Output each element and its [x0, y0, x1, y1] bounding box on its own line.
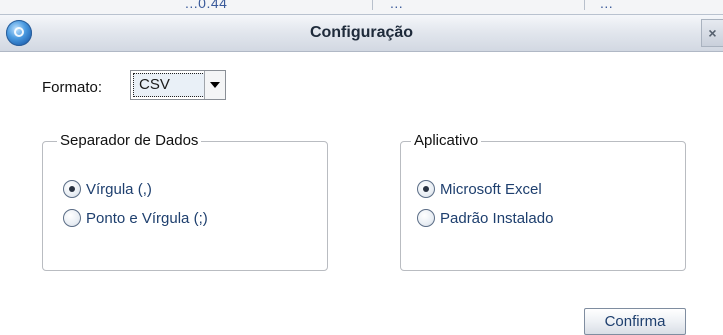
radio-label[interactable]: Padrão Instalado — [440, 210, 553, 227]
radio-button[interactable] — [63, 180, 81, 198]
separator-group: Separador de Dados Vírgula (,) Ponto e V… — [42, 132, 328, 271]
background-text-2: ... — [390, 0, 404, 11]
background-separator — [584, 0, 585, 10]
background-text-3: ... — [600, 0, 614, 11]
format-select[interactable]: CSV — [130, 70, 226, 100]
format-selected-value[interactable]: CSV — [133, 73, 205, 97]
dialog-titlebar[interactable]: Configuração × — [0, 14, 723, 52]
dialog-title: Configuração — [309, 24, 414, 41]
radio-label[interactable]: Ponto e Vírgula (;) — [86, 210, 208, 227]
radio-button[interactable] — [417, 209, 435, 227]
confirm-button[interactable]: Confirma — [584, 308, 686, 335]
radio-label[interactable]: Vírgula (,) — [86, 181, 152, 198]
background-text-1: ...0.44 — [185, 0, 228, 11]
application-group-title: Aplicativo — [411, 132, 482, 149]
format-label: Formato: — [42, 79, 103, 96]
background-window-strip: ...0.44 ... ... — [0, 0, 723, 14]
radio-label[interactable]: Microsoft Excel — [440, 181, 542, 198]
separator-group-title: Separador de Dados — [57, 132, 202, 149]
close-button[interactable]: × — [701, 19, 723, 47]
radio-button[interactable] — [63, 209, 81, 227]
background-separator — [372, 0, 373, 10]
chevron-down-icon[interactable] — [204, 71, 225, 99]
radio-button[interactable] — [417, 180, 435, 198]
application-group: Aplicativo Microsoft Excel Padrão Instal… — [400, 132, 686, 271]
